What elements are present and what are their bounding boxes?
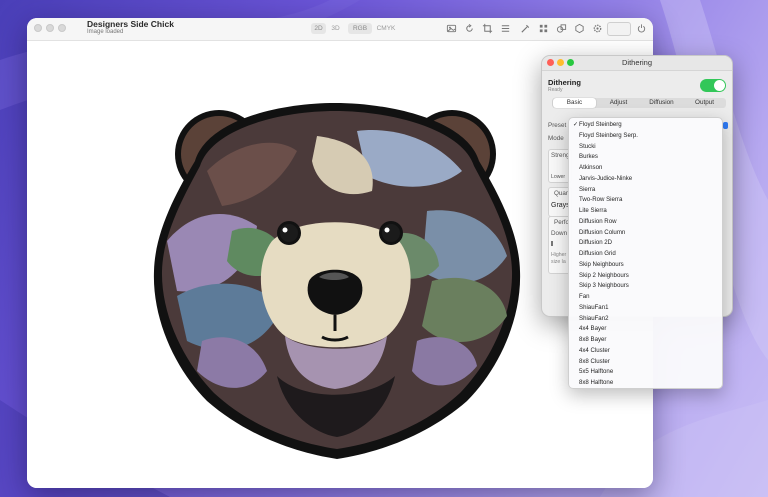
- menu-item-two-row-sierra[interactable]: Two-Row Sierra: [579, 195, 622, 205]
- menu-item-diffusion-row[interactable]: Diffusion Row: [579, 217, 616, 227]
- menu-item-diffusion-2d[interactable]: Diffusion 2D: [579, 238, 612, 248]
- shape-icon[interactable]: [556, 23, 567, 34]
- menu-item-atkinson[interactable]: Atkinson: [579, 163, 602, 173]
- menu-item-fan[interactable]: Fan: [579, 292, 590, 302]
- menu-item-4x4-cluster[interactable]: 4x4 Cluster: [579, 346, 610, 356]
- color-mode-cmyk[interactable]: CMYK: [374, 23, 398, 34]
- tab-basic[interactable]: Basic: [553, 98, 596, 108]
- selected-check-icon: ✓: [573, 122, 579, 128]
- settings-gear-icon[interactable]: [592, 23, 603, 34]
- rotate-icon[interactable]: [464, 23, 475, 34]
- color-mode-rgb[interactable]: RGB: [348, 23, 372, 34]
- dithering-heading: Dithering: [548, 78, 581, 87]
- menu-item-4x4-bayer[interactable]: 4x4 Bayer: [579, 324, 606, 334]
- performance-label: Perfo: [554, 219, 570, 226]
- tab-diffusion[interactable]: Diffusion: [640, 98, 683, 108]
- hexagon-icon[interactable]: [574, 23, 585, 34]
- menu-item-shiaufan1[interactable]: ShiauFan1: [579, 303, 608, 313]
- panel-titlebar: Dithering: [542, 56, 732, 71]
- menu-item-skip-neighbours[interactable]: Skip Neighbours: [579, 260, 624, 270]
- menu-item-sierra[interactable]: Sierra: [579, 185, 595, 195]
- dithering-enable-toggle[interactable]: [700, 79, 726, 92]
- menu-item-8x8-halftone[interactable]: 8x8 Halftone: [579, 378, 613, 388]
- higher-note: Higher: [551, 252, 567, 258]
- dithering-status: Ready: [548, 87, 563, 93]
- photo-icon[interactable]: [446, 23, 457, 34]
- menu-item-skip-3-neighbours[interactable]: Skip 3 Neighbours: [579, 281, 629, 291]
- preset-popup-arrow[interactable]: [723, 122, 728, 129]
- menu-item-burkes[interactable]: Burkes: [579, 152, 598, 162]
- crop-icon[interactable]: [482, 23, 493, 34]
- panel-title: Dithering: [621, 58, 652, 67]
- view-mode-3d[interactable]: 3D: [328, 23, 343, 34]
- minimize-window-button[interactable]: [46, 24, 54, 32]
- menu-item-5x5-halftone[interactable]: 5x5 Halftone: [579, 367, 613, 377]
- close-window-button[interactable]: [34, 24, 42, 32]
- document-status: Image loaded: [87, 29, 124, 35]
- view-mode-2d[interactable]: 2D: [311, 23, 326, 34]
- menu-item-8x8-cluster[interactable]: 8x8 Cluster: [579, 357, 610, 367]
- panel-tabs: Basic Adjust Diffusion Output: [552, 98, 726, 108]
- downscale-slider-knob[interactable]: [551, 241, 553, 246]
- size-note: size la: [551, 259, 566, 265]
- preset-label: Preset: [548, 122, 567, 129]
- lower-label: Lower: [551, 174, 566, 180]
- menu-item-shiaufan2[interactable]: ShiauFan2: [579, 314, 608, 324]
- mode-label: Mode: [548, 135, 564, 142]
- document-title: Designers Side Chick: [87, 19, 174, 29]
- list-icon[interactable]: [500, 23, 511, 34]
- menu-item-lite-sierra[interactable]: Lite Sierra: [579, 206, 607, 216]
- eyedropper-icon[interactable]: [520, 23, 531, 34]
- menu-item-8x8-bayer[interactable]: 8x8 Bayer: [579, 335, 606, 345]
- grid-icon[interactable]: [538, 23, 549, 34]
- main-titlebar: Designers Side Chick Image loaded 2D 3D …: [27, 18, 653, 41]
- grayscale-label: Grays: [551, 202, 570, 209]
- menu-item-diffusion-grid[interactable]: Diffusion Grid: [579, 249, 616, 259]
- menu-item-floyd-steinberg[interactable]: Floyd Steinberg: [579, 120, 622, 130]
- zoom-window-button[interactable]: [58, 24, 66, 32]
- tab-output[interactable]: Output: [683, 98, 726, 108]
- menu-item-floyd-steinberg-serp[interactable]: Floyd Steinberg Serp.: [579, 131, 638, 141]
- tab-adjust[interactable]: Adjust: [597, 98, 640, 108]
- menu-item-diffusion-column[interactable]: Diffusion Column: [579, 228, 625, 238]
- preset-dropdown-menu: ✓ Floyd Steinberg Floyd Steinberg Serp. …: [568, 117, 723, 389]
- downscale-label: Down: [551, 230, 568, 237]
- menu-item-stucki[interactable]: Stucki: [579, 142, 596, 152]
- menu-item-skip-2-neighbours[interactable]: Skip 2 Neighbours: [579, 271, 629, 281]
- search-field[interactable]: [607, 22, 631, 36]
- strength-label: Streng: [551, 152, 570, 159]
- power-icon[interactable]: [636, 23, 647, 34]
- menu-item-jarvis-judice-ninke[interactable]: Jarvis-Judice-Ninke: [579, 174, 632, 184]
